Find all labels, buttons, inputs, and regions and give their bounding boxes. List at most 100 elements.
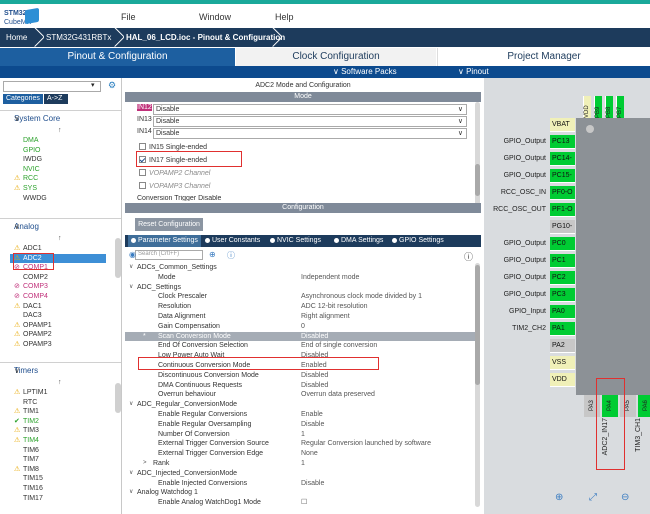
chevron-down-icon[interactable]: ∨: [129, 400, 133, 409]
chevron-down-icon[interactable]: ∨: [14, 114, 107, 123]
pin-pb8[interactable]: PB8: [605, 96, 613, 118]
pinout-menu[interactable]: ∨ Pinout: [458, 67, 489, 76]
pin-pc2[interactable]: PC2: [550, 271, 575, 285]
category-item-comp3[interactable]: ⊘ COMP3: [14, 282, 48, 291]
sort-icon[interactable]: ↑: [58, 235, 62, 242]
parameter-value[interactable]: None: [301, 449, 318, 458]
checkbox[interactable]: [139, 182, 146, 189]
pin-pa2[interactable]: PA2: [550, 339, 575, 353]
breadcrumb-device[interactable]: STM32G431RBTx: [40, 28, 111, 47]
parameter-row[interactable]: Discontinuous Conversion Mode Disabled: [125, 371, 475, 380]
category-item-adc1[interactable]: ⚠ ADC1: [14, 244, 42, 253]
category-item-tim15[interactable]: TIM15: [14, 474, 43, 483]
mode-checkbox-3[interactable]: VOPAMP3 Channel: [139, 182, 210, 194]
tab-parameter-settings[interactable]: Parameter Settings: [128, 235, 201, 247]
parameter-value[interactable]: Independent mode: [301, 273, 359, 282]
search-prev-icon[interactable]: ⓘ: [227, 250, 235, 261]
fit-screen-icon[interactable]: ⤢: [589, 492, 597, 503]
parameter-row[interactable]: Number Of Conversion 1: [125, 430, 475, 439]
parameter-value[interactable]: 0: [301, 322, 305, 331]
parameter-row[interactable]: ∨ Analog Watchdog 1: [125, 488, 475, 497]
mode-checkbox-2[interactable]: VOPAMP2 Channel: [139, 169, 210, 181]
pin-pc13[interactable]: PC13: [550, 135, 575, 149]
scrollbar[interactable]: [115, 238, 121, 278]
category-item-gpio[interactable]: GPIO: [14, 146, 41, 155]
pin-pb7[interactable]: PB7: [616, 96, 624, 118]
category-item-dac1[interactable]: ⚠ DAC1: [14, 302, 42, 311]
category-item-tim1[interactable]: ⚠ TIM1: [14, 407, 39, 416]
pin-pf1o[interactable]: PF1-O: [550, 203, 575, 217]
search-next-icon[interactable]: ⊕: [209, 250, 216, 259]
parameter-row[interactable]: Enable Regular Oversampling Disable: [125, 420, 475, 429]
category-item-tim6[interactable]: TIM6: [14, 446, 39, 455]
parameter-value[interactable]: ADC 12-bit resolution: [301, 302, 368, 311]
zoom-out-icon[interactable]: ⊖: [621, 492, 629, 503]
parameter-row[interactable]: Enable Analog WatchDog1 Mode ☐: [125, 498, 475, 507]
parameter-row[interactable]: ∨ ADCs_Common_Settings: [125, 263, 475, 272]
category-item-comp4[interactable]: ⊘ COMP4: [14, 292, 48, 301]
parameter-value[interactable]: Regular Conversion launched by software: [301, 439, 431, 448]
breadcrumb-file[interactable]: HAL_06_LCD.ioc - Pinout & Configuration: [120, 28, 285, 47]
parameter-value[interactable]: Disable: [301, 420, 324, 429]
scrollbar-thumb[interactable]: [475, 164, 480, 196]
parameter-value[interactable]: Disabled: [301, 381, 328, 390]
parameter-value[interactable]: Disable: [301, 479, 324, 488]
pin-pa6[interactable]: PA6: [638, 395, 650, 417]
tab-a-z[interactable]: A->Z: [44, 94, 68, 104]
section-analog[interactable]: Analog ∨: [0, 218, 121, 232]
parameter-row[interactable]: End Of Conversion Selection End of single…: [125, 341, 475, 350]
parameter-row[interactable]: DMA Continuous Requests Disabled: [125, 381, 475, 390]
parameter-row[interactable]: External Trigger Conversion Edge None: [125, 449, 475, 458]
menu-help[interactable]: Help: [275, 12, 294, 22]
parameter-search-input[interactable]: Search (Crtl+F): [135, 250, 203, 260]
pin-pc14[interactable]: PC14-: [550, 152, 575, 166]
parameter-row[interactable]: Gain Compensation 0: [125, 322, 475, 331]
chevron-down-icon[interactable]: ∨: [14, 366, 107, 375]
category-item-dma[interactable]: DMA: [14, 136, 39, 145]
tab-dma-settings[interactable]: DMA Settings: [331, 235, 388, 247]
chevron-right-icon[interactable]: >: [143, 459, 147, 468]
category-item-opamp2[interactable]: ⚠ OPAMP2: [14, 330, 52, 339]
category-item-tim17[interactable]: TIM17: [14, 494, 43, 503]
menu-window[interactable]: Window: [199, 12, 231, 22]
sort-icon[interactable]: ↑: [58, 127, 62, 134]
category-item-opamp1[interactable]: ⚠ OPAMP1: [14, 321, 52, 330]
tab-categories[interactable]: Categories: [3, 94, 43, 104]
category-item-tim2[interactable]: ✔ TIM2: [14, 417, 39, 426]
category-item-tim8[interactable]: ⚠ TIM8: [14, 465, 39, 474]
checkbox[interactable]: [139, 169, 146, 176]
breadcrumb-home[interactable]: Home: [0, 28, 27, 47]
chevron-down-icon[interactable]: ∨: [129, 488, 133, 497]
pin-pc1[interactable]: PC1: [550, 254, 575, 268]
chevron-down-icon[interactable]: ∨: [129, 263, 133, 272]
tab-project-manager[interactable]: Project Manager: [437, 48, 650, 66]
pin-pa1[interactable]: PA1: [550, 322, 575, 336]
parameter-row[interactable]: Resolution ADC 12-bit resolution: [125, 302, 475, 311]
parameter-row[interactable]: ∨ ADC_Injected_ConversionMode: [125, 469, 475, 478]
category-item-tim4[interactable]: ⚠ TIM4: [14, 436, 39, 445]
scrollbar-thumb[interactable]: [475, 265, 480, 385]
parameter-row[interactable]: Clock Prescaler Asynchronous clock mode d…: [125, 292, 475, 301]
reset-configuration-button[interactable]: Reset Configuration: [135, 218, 203, 231]
chevron-down-icon[interactable]: ∨: [14, 222, 107, 231]
pin-pc15[interactable]: PC15-: [550, 169, 575, 183]
section-timers[interactable]: Timers ∨: [0, 362, 121, 376]
scrollbar[interactable]: [115, 383, 121, 413]
parameter-value[interactable]: 1: [301, 459, 305, 468]
parameter-row[interactable]: Data Alignment Right alignment: [125, 312, 475, 321]
parameter-value[interactable]: Disabled: [301, 371, 328, 380]
pin-pb9[interactable]: PB9: [594, 96, 602, 118]
mode-select[interactable]: Disable ∨: [153, 104, 467, 115]
parameter-row[interactable]: > Rank 1: [125, 459, 475, 468]
gear-icon[interactable]: ⚙: [108, 80, 116, 91]
tab-nvic-settings[interactable]: NVIC Settings: [267, 235, 330, 247]
parameter-row[interactable]: Mode Independent mode: [125, 273, 475, 282]
parameter-row[interactable]: * Scan Conversion Mode Disabled: [125, 331, 475, 341]
parameter-row[interactable]: Overrun behaviour Overrun data preserved: [125, 390, 475, 399]
parameter-value[interactable]: Right alignment: [301, 312, 350, 321]
chevron-down-icon[interactable]: ∨: [129, 469, 133, 478]
info-icon[interactable]: ⓘ: [464, 250, 473, 263]
sort-icon[interactable]: ↑: [58, 379, 62, 386]
category-item-comp2[interactable]: COMP2: [14, 273, 48, 282]
parameter-value[interactable]: End of single conversion: [301, 341, 377, 350]
